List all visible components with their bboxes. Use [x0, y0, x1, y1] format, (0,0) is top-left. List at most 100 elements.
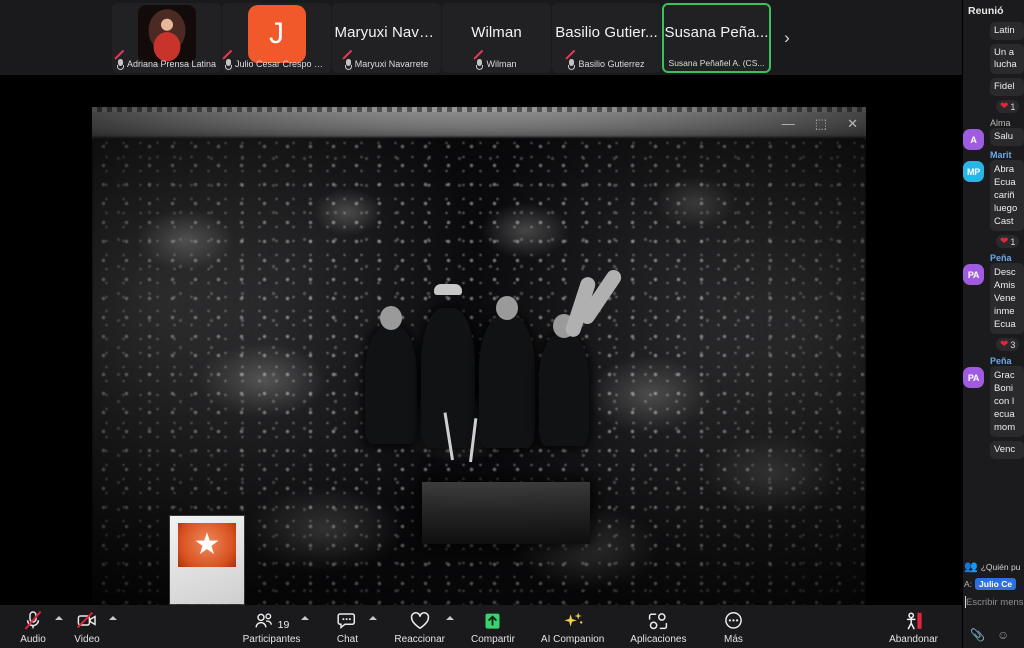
participant-tile-0[interactable]: Adriana Prensa Latina [112, 2, 221, 73]
shared-video-frame: ★ [92, 107, 866, 605]
chat-message-line: Vene [994, 293, 1016, 304]
avatar: PA [963, 264, 984, 285]
participant-tile-1[interactable]: J Julio Cesar Crespo Di... [222, 2, 331, 73]
react-chevron-icon[interactable] [446, 615, 455, 620]
chat-message-body: Venc [990, 441, 1024, 459]
chat-visibility-label: ¿Quién pu [980, 561, 1021, 572]
chat-message-body: Un a lucha [990, 44, 1024, 74]
avatar: A [963, 129, 984, 150]
video-button[interactable]: Video [60, 609, 117, 645]
participants-button[interactable]: 19 Participantes [237, 609, 310, 645]
chat-message-author: Marit [990, 150, 1012, 160]
participant-footer: Julio Cesar Crespo Di... [222, 49, 331, 70]
participant-name: Susana Peñafiel A. (CS... [668, 57, 765, 68]
share-button[interactable]: Compartir [465, 609, 521, 645]
watermark-card: ★ [170, 516, 244, 604]
chat-message-author: Peña [990, 356, 1012, 366]
chat-message-line: Salu [994, 131, 1014, 142]
participant-tile-2[interactable]: Maryuxi Nava... Maryuxi Navarrete [332, 2, 441, 73]
audio-button[interactable]: Audio [6, 609, 63, 645]
video-chevron-icon[interactable] [109, 615, 117, 620]
chat-panel-title: Reunió [968, 5, 1004, 17]
chat-message-line: Abra [994, 164, 1015, 175]
ai-companion-label: AI Companion [540, 633, 605, 645]
chat-message-author: Alma [990, 118, 1011, 128]
audio-label: Audio [20, 633, 46, 645]
chat-message-line: Ecua [994, 319, 1016, 330]
chat-message-input[interactable]: Escribir mens [962, 593, 1024, 608]
chat-recipient-chip[interactable]: Julio Ce [975, 578, 1017, 590]
maximize-icon[interactable]: ⬚ [815, 117, 827, 130]
filmstrip-next-icon[interactable]: › [776, 0, 798, 75]
avatar [137, 4, 196, 63]
chat-recipient-row[interactable]: A: Julio Ce [962, 575, 1024, 593]
file-attach-icon[interactable]: 📎 [970, 628, 985, 642]
avatar: PA [963, 367, 984, 388]
participant-display-name: Maryuxi Nava... [334, 24, 439, 41]
chat-message-line: ecua [994, 409, 1015, 420]
reaction-count: 1 [1010, 101, 1016, 112]
microphone-muted-icon [342, 49, 352, 70]
participant-footer: Basilio Gutierrez [552, 49, 661, 70]
filmstrip-left-spacer [0, 0, 112, 75]
participant-display-name: Susana Peña... [664, 24, 769, 41]
chat-message-line: Un a [994, 47, 1015, 58]
video-label: Video [74, 633, 100, 645]
chat-message-line: Ecua [994, 177, 1016, 188]
chat-message[interactable]: Peña PA Desc Amis Vene inme Ecua ❤ 3 [962, 253, 1024, 352]
chat-message[interactable]: Un a lucha [962, 44, 1024, 74]
participant-tile-4[interactable]: Basilio Gutier... Basilio Gutierrez [552, 2, 661, 73]
chat-message-line: Latin [994, 25, 1015, 36]
chat-message-line: Boni [994, 383, 1014, 394]
chat-message[interactable]: Latin [962, 22, 1024, 40]
participant-footer: Adriana Prensa Latina [112, 49, 221, 70]
react-button[interactable]: Reaccionar [388, 609, 455, 645]
leave-button[interactable]: Abandonar [883, 609, 944, 645]
chat-chevron-icon[interactable] [369, 615, 378, 620]
watermark-image: ★ [178, 523, 236, 567]
close-icon[interactable]: ✕ [847, 117, 858, 130]
heart-icon: ❤ [1000, 101, 1009, 112]
participant-display-name: Wilman [471, 24, 522, 41]
chat-message[interactable]: Venc [962, 441, 1024, 459]
chat-message[interactable]: Marit MP Abra Ecua cariñ luego Cast ❤ 1 [962, 150, 1024, 249]
chat-message[interactable]: Peña PA Grac Boni con l ecua mom [962, 356, 1024, 437]
shared-video-window: ★ — ⬚ ✕ [92, 107, 866, 605]
message-reaction[interactable]: ❤ 1 [996, 100, 1020, 113]
participants-count: 19 [277, 618, 290, 631]
participant-tile-5[interactable]: Susana Peña... Susana Peñafiel A. (CS... [662, 2, 771, 73]
message-reaction[interactable]: ❤ 3 [996, 338, 1020, 351]
heart-icon: ❤ [1000, 236, 1009, 247]
participant-name: Julio Cesar Crespo Di... [235, 59, 328, 69]
chat-message[interactable]: Fidel ❤ 1 [962, 78, 1024, 114]
chat-label: Chat [336, 633, 358, 645]
participant-name: Maryuxi Navarrete [354, 59, 429, 69]
emoji-icon[interactable]: ☺ [997, 628, 1009, 642]
ai-companion-button[interactable]: AI Companion [535, 609, 610, 645]
participant-tile-3[interactable]: Wilman Wilman [442, 2, 551, 73]
chat-button[interactable]: Chat [320, 609, 378, 645]
more-button[interactable]: Más [706, 609, 760, 645]
apps-label: Aplicaciones [630, 633, 687, 645]
chat-message-line: lucha [994, 59, 1017, 70]
reaction-count: 1 [1010, 236, 1016, 247]
chat-message[interactable]: Alma A Salu [962, 118, 1024, 150]
microphone-muted-icon [23, 610, 43, 631]
chat-message-line: Grac [994, 370, 1015, 381]
chat-message-body: Salu [990, 128, 1024, 146]
minimize-icon[interactable]: — [782, 117, 795, 130]
participant-footer: Maryuxi Navarrete [332, 49, 441, 70]
participants-chevron-icon[interactable] [301, 615, 310, 620]
participant-footer: Susana Peñafiel A. (CS... [664, 58, 769, 68]
chat-message-list[interactable]: Latin Un a lucha Fidel ❤ 1 Alma A Salu Marit MP Abr… [962, 22, 1024, 558]
apps-button[interactable]: Aplicaciones [624, 609, 692, 645]
message-reaction[interactable]: ❤ 1 [996, 235, 1020, 248]
microphone-muted-icon [222, 49, 233, 70]
shared-content-stage: ★ — ⬚ ✕ [0, 75, 962, 605]
chat-visibility-row[interactable]: 👥 ¿Quién pu [962, 558, 1024, 575]
reaction-count: 3 [1010, 339, 1016, 350]
toolbar-right-group: Abandonar [883, 609, 962, 645]
participant-name: Wilman [486, 59, 517, 69]
chat-message-line: Cast [994, 216, 1014, 227]
participants-icon: 19 [254, 610, 290, 631]
